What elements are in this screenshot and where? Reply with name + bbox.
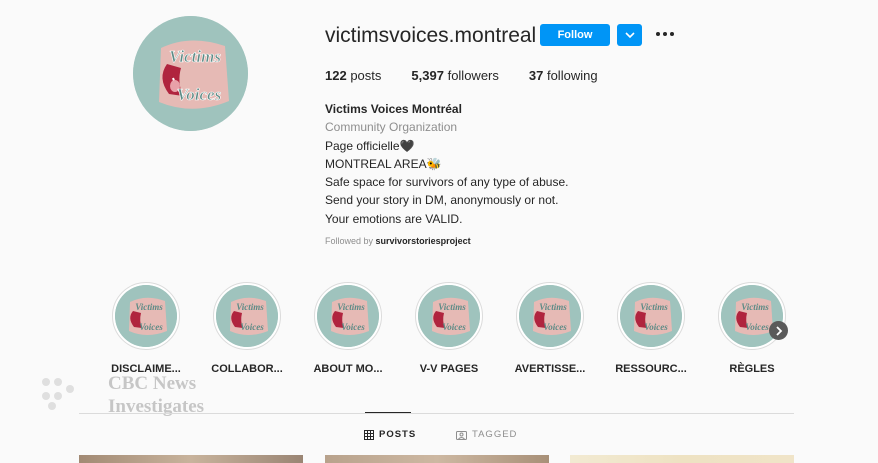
highlight-logo-top: Victims: [337, 302, 365, 312]
highlight-logo-bottom: Voices: [644, 322, 668, 332]
highlight-logo-top: Victims: [236, 302, 264, 312]
highlight-logo-bottom: Voices: [543, 322, 567, 332]
highlight-logo-bottom: Voices: [442, 322, 466, 332]
highlight-image: Victims Voices: [418, 285, 480, 347]
profile-username: victimsvoices.montreal: [325, 24, 537, 47]
tab-posts-label: POSTS: [379, 429, 417, 440]
bio-line: Safe space for survivors of any type of …: [325, 175, 569, 190]
highlight-image: Victims Voices: [620, 285, 682, 347]
highlight-cover: Victims Voices: [617, 282, 685, 350]
follow-button[interactable]: Follow: [540, 24, 610, 46]
watermark-line1: CBC News: [108, 373, 197, 394]
highlight-logo-top: Victims: [539, 302, 567, 312]
highlight-item[interactable]: Victims Voices COLLABOR...: [201, 282, 293, 375]
highlight-logo-icon: Victims Voices: [115, 285, 177, 347]
highlight-image: Victims Voices: [115, 285, 177, 347]
chevron-down-icon: [624, 31, 635, 38]
bio-line: MONTREAL AREA🐝: [325, 156, 442, 171]
posts-count: 122 posts: [325, 68, 381, 83]
highlight-label: AVERTISSE...: [514, 363, 586, 375]
highlight-cover: Victims Voices: [213, 282, 281, 350]
followers-count-value: 5,397: [411, 68, 444, 83]
posts-count-value: 122: [325, 68, 347, 83]
highlight-image: Victims Voices: [216, 285, 278, 347]
profile-bio: Victims Voices Montréal Community Organi…: [325, 100, 568, 228]
profile-avatar[interactable]: Victims Voices: [133, 16, 248, 131]
followed-by-prefix: Followed by: [325, 236, 374, 246]
highlight-cover: Victims Voices: [314, 282, 382, 350]
watermark-line2: Investigates: [108, 396, 205, 417]
suggested-dropdown-button[interactable]: [617, 24, 642, 46]
highlight-item[interactable]: Victims Voices V-V PAGES: [403, 282, 495, 375]
more-icon: [656, 32, 674, 36]
post-thumbnail[interactable]: [79, 455, 303, 463]
cbc-gem-icon: [42, 378, 74, 410]
svg-text:Victims: Victims: [169, 47, 221, 66]
highlight-label: RÈGLES: [729, 363, 775, 375]
highlight-item[interactable]: Victims Voices AVERTISSE...: [504, 282, 596, 375]
highlight-logo-icon: Victims Voices: [620, 285, 682, 347]
highlight-cover: Victims Voices: [516, 282, 584, 350]
tab-divider: [79, 413, 794, 414]
highlight-logo-top: Victims: [640, 302, 668, 312]
highlight-item[interactable]: Victims Voices RESSOURC...: [605, 282, 697, 375]
followers-count-label: followers: [447, 68, 499, 83]
highlight-image: Victims Voices: [317, 285, 379, 347]
profile-stats: 122 posts 5,397 followers 37 following: [325, 68, 628, 83]
highlight-item[interactable]: Victims Voices ABOUT MO...: [302, 282, 394, 375]
tab-tagged-label: TAGGED: [472, 429, 518, 440]
posts-count-label: posts: [350, 68, 382, 83]
active-tab-indicator: [365, 412, 411, 413]
bio-line: Page officielle🖤: [325, 138, 415, 153]
highlight-label: ABOUT MO...: [313, 363, 383, 375]
following-count-label: following: [546, 68, 598, 83]
highlight-cover: Victims Voices: [112, 282, 180, 350]
highlight-logo-bottom: Voices: [745, 322, 769, 332]
tab-tagged[interactable]: TAGGED: [456, 429, 517, 440]
highlights-next-button[interactable]: [769, 321, 788, 340]
highlight-label: COLLABOR...: [211, 363, 283, 375]
highlight-label: V-V PAGES: [419, 363, 479, 375]
profile-category: Community Organization: [325, 120, 458, 135]
highlight-logo-icon: Victims Voices: [216, 285, 278, 347]
highlight-logo-top: Victims: [741, 302, 769, 312]
following-link[interactable]: 37 following: [529, 68, 598, 83]
grid-icon: [364, 429, 374, 440]
highlight-image: Victims Voices: [519, 285, 581, 347]
story-highlights: Victims Voices DISCLAIME... Victims Voices CO…: [100, 282, 820, 382]
tab-posts[interactable]: POSTS: [364, 429, 416, 440]
highlight-logo-bottom: Voices: [240, 322, 264, 332]
profile-full-name: Victims Voices Montréal: [325, 102, 462, 116]
post-thumbnail[interactable]: [325, 455, 549, 463]
highlight-logo-icon: Victims Voices: [317, 285, 379, 347]
followed-by-user: survivorstoriesproject: [375, 236, 471, 246]
highlight-logo-bottom: Voices: [341, 322, 365, 332]
highlight-logo-icon: Victims Voices: [519, 285, 581, 347]
highlight-logo-top: Victims: [135, 302, 163, 312]
tag-icon: [456, 430, 467, 440]
avatar-logo-icon: Victims Voices: [133, 16, 248, 131]
highlight-cover: Victims Voices: [415, 282, 483, 350]
highlight-logo-bottom: Voices: [139, 322, 163, 332]
more-options-button[interactable]: [655, 26, 675, 42]
highlight-item[interactable]: Victims Voices DISCLAIME...: [100, 282, 192, 375]
bio-line: Send your story in DM, anonymously or no…: [325, 193, 559, 208]
followers-link[interactable]: 5,397 followers: [411, 68, 498, 83]
highlight-logo-top: Victims: [438, 302, 466, 312]
chevron-right-icon: [775, 325, 782, 336]
highlight-label: RESSOURC...: [615, 363, 687, 375]
svg-text:Voices: Voices: [177, 85, 222, 104]
bio-line: Your emotions are VALID.: [325, 211, 463, 226]
following-count-value: 37: [528, 68, 544, 83]
highlight-logo-icon: Victims Voices: [418, 285, 480, 347]
post-thumbnail[interactable]: [570, 455, 794, 463]
followed-by[interactable]: Followed by survivorstoriesproject: [325, 236, 471, 246]
